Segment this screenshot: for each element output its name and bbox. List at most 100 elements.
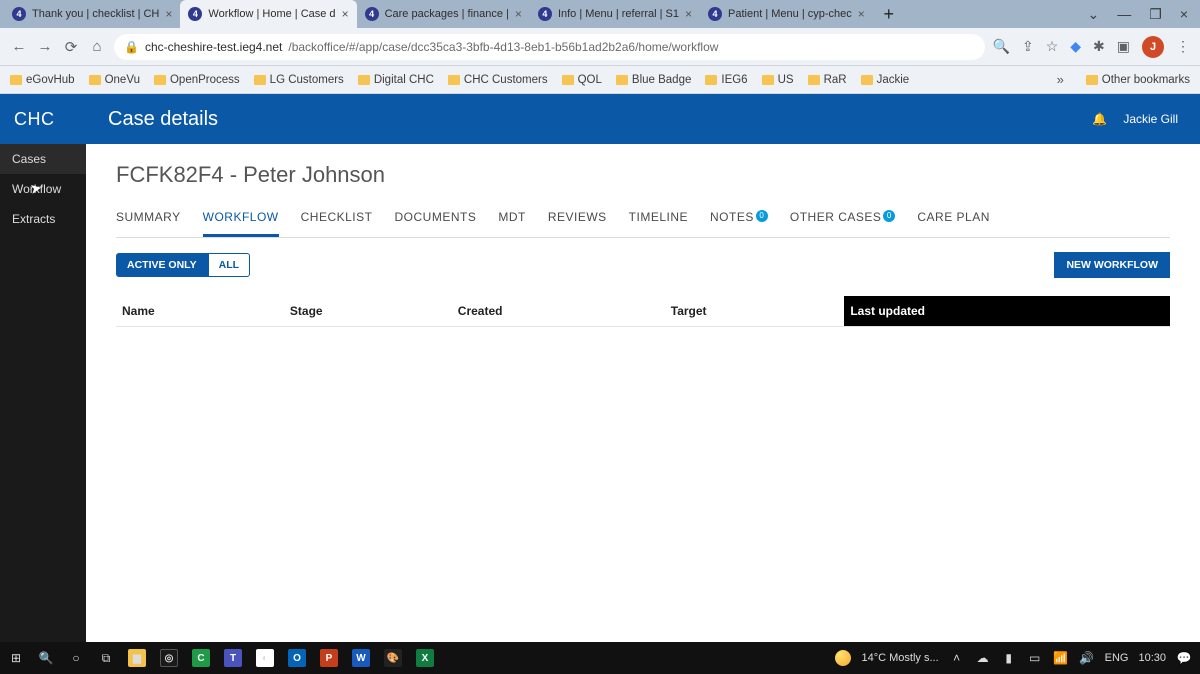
tab-notes[interactable]: NOTES0 (710, 204, 768, 237)
taskbar-right: 14°C Mostly s... ˄ ☁ ▮ ▭ 📶 🔊 ENG 10:30 💬 (835, 650, 1192, 666)
cortana-icon[interactable]: ○ (68, 650, 84, 666)
folder-icon (448, 75, 460, 85)
extension-icon[interactable]: ◆ (1070, 38, 1081, 55)
start-icon[interactable]: ⊞ (8, 650, 24, 666)
tab-badge: 0 (756, 210, 768, 222)
folder-icon (705, 75, 717, 85)
chrome-icon[interactable]: ◐ (256, 649, 274, 667)
address-bar[interactable]: 🔒 chc-cheshire-test.ieg4.net/backoffice/… (114, 34, 985, 60)
tab-reviews[interactable]: REVIEWS (548, 204, 607, 237)
teams-icon[interactable]: T (224, 649, 242, 667)
share-icon[interactable]: ⇪ (1022, 38, 1034, 55)
bookmark-item[interactable]: Jackie (861, 74, 910, 86)
bookmark-item[interactable]: eGovHub (10, 74, 75, 86)
new-tab-button[interactable]: + (879, 4, 899, 25)
task-view-icon[interactable]: ⧉ (98, 650, 114, 666)
camtasia-icon[interactable]: C (192, 649, 210, 667)
tab-workflow[interactable]: WORKFLOW (203, 204, 279, 237)
tab-mdt[interactable]: MDT (498, 204, 526, 237)
column-header-created[interactable]: Created (452, 296, 665, 327)
sidebar-item-extracts[interactable]: Extracts (0, 204, 86, 234)
tab-summary[interactable]: SUMMARY (116, 204, 181, 237)
tab-other-cases[interactable]: OTHER CASES0 (790, 204, 896, 237)
powerpoint-icon[interactable]: P (320, 649, 338, 667)
column-header-target[interactable]: Target (665, 296, 845, 327)
action-center-icon[interactable]: 💬 (1176, 650, 1192, 666)
bookmark-item[interactable]: LG Customers (254, 74, 344, 86)
zoom-icon[interactable]: 🔍 (993, 38, 1010, 55)
folder-icon (10, 75, 22, 85)
volume-icon[interactable]: 🔊 (1079, 650, 1095, 666)
bookmark-item[interactable]: Blue Badge (616, 74, 691, 86)
tray-chevron-icon[interactable]: ˄ (949, 650, 965, 666)
profile-avatar[interactable]: J (1142, 36, 1164, 58)
tab-checklist[interactable]: CHECKLIST (301, 204, 373, 237)
bookmark-item[interactable]: Digital CHC (358, 74, 434, 86)
language-indicator[interactable]: ENG (1105, 652, 1129, 664)
outlook-icon[interactable]: O (288, 649, 306, 667)
tab-timeline[interactable]: TIMELINE (629, 204, 688, 237)
tab-close-icon[interactable]: × (685, 7, 692, 21)
column-header-last-updated[interactable]: Last updated (844, 296, 1170, 327)
back-icon[interactable]: ← (10, 38, 28, 55)
weather-text[interactable]: 14°C Mostly s... (861, 652, 938, 664)
column-header-stage[interactable]: Stage (284, 296, 452, 327)
bookmark-item[interactable]: RaR (808, 74, 847, 86)
clock[interactable]: 10:30 (1138, 652, 1166, 664)
bell-icon[interactable]: 🔔 (1092, 112, 1107, 126)
extensions-icon[interactable]: ✱ (1093, 38, 1105, 55)
bookmark-item[interactable]: OneVu (89, 74, 140, 86)
column-header-name[interactable]: Name (116, 296, 284, 327)
browser-tab-strip: 4 Thank you | checklist | CH × 4 Workflo… (0, 0, 1200, 28)
new-workflow-button[interactable]: NEW WORKFLOW (1054, 252, 1170, 278)
browser-tab[interactable]: 4 Patient | Menu | cyp-chec × (700, 0, 873, 28)
reload-icon[interactable]: ⟳ (62, 38, 80, 56)
maximize-icon[interactable]: ❐ (1149, 6, 1162, 23)
star-icon[interactable]: ☆ (1046, 38, 1059, 55)
sidebar-item-cases[interactable]: Cases (0, 144, 86, 174)
home-icon[interactable]: ⌂ (88, 38, 106, 55)
menu-icon[interactable]: ⋮ (1176, 38, 1190, 55)
bookmark-item[interactable]: US (762, 74, 794, 86)
bookmark-item[interactable]: CHC Customers (448, 74, 548, 86)
wifi-icon[interactable]: 📶 (1053, 650, 1069, 666)
nvidia-icon[interactable]: ◎ (160, 649, 178, 667)
tab-close-icon[interactable]: × (858, 7, 865, 21)
browser-tab[interactable]: 4 Thank you | checklist | CH × (4, 0, 180, 28)
bookmark-item[interactable]: QOL (562, 74, 602, 86)
snagit-icon[interactable]: 🎨 (384, 649, 402, 667)
search-icon[interactable]: 🔍 (38, 650, 54, 666)
sidebar-item-workflow[interactable]: Workflow (0, 174, 86, 204)
security-icon[interactable]: ▮ (1001, 650, 1017, 666)
tab-title: Thank you | checklist | CH (32, 8, 159, 20)
brand[interactable]: CHC (0, 94, 86, 144)
tab-documents[interactable]: DOCUMENTS (394, 204, 476, 237)
filter-all[interactable]: ALL (208, 253, 250, 277)
tab-close-icon[interactable]: × (165, 7, 172, 21)
battery-icon[interactable]: ▭ (1027, 650, 1043, 666)
case-tabs: SUMMARY WORKFLOW CHECKLIST DOCUMENTS MDT… (116, 204, 1170, 238)
browser-tab[interactable]: 4 Workflow | Home | Case d × (180, 0, 356, 28)
browser-tab[interactable]: 4 Info | Menu | referral | S1 × (530, 0, 700, 28)
excel-icon[interactable]: X (416, 649, 434, 667)
onedrive-icon[interactable]: ☁ (975, 650, 991, 666)
chevron-down-icon[interactable]: ⌄ (1088, 6, 1100, 23)
bookmark-item[interactable]: OpenProcess (154, 74, 240, 86)
minimize-icon[interactable]: — (1117, 6, 1131, 23)
other-bookmarks[interactable]: Other bookmarks (1086, 74, 1190, 86)
tab-close-icon[interactable]: × (342, 7, 349, 21)
filter-active-only[interactable]: ACTIVE ONLY (116, 253, 208, 277)
user-name[interactable]: Jackie Gill (1123, 112, 1178, 126)
file-explorer-icon[interactable]: ▆ (128, 649, 146, 667)
close-icon[interactable]: × (1180, 6, 1188, 23)
browser-tab[interactable]: 4 Care packages | finance | × (357, 0, 530, 28)
bookmarks-overflow-icon[interactable]: » (1057, 72, 1064, 87)
bookmark-label: CHC Customers (464, 74, 548, 86)
bookmark-item[interactable]: IEG6 (705, 74, 747, 86)
side-panel-icon[interactable]: ▣ (1117, 38, 1130, 55)
tab-care-plan[interactable]: CARE PLAN (917, 204, 990, 237)
tab-close-icon[interactable]: × (515, 7, 522, 21)
word-icon[interactable]: W (352, 649, 370, 667)
weather-icon[interactable] (835, 650, 851, 666)
forward-icon[interactable]: → (36, 38, 54, 55)
